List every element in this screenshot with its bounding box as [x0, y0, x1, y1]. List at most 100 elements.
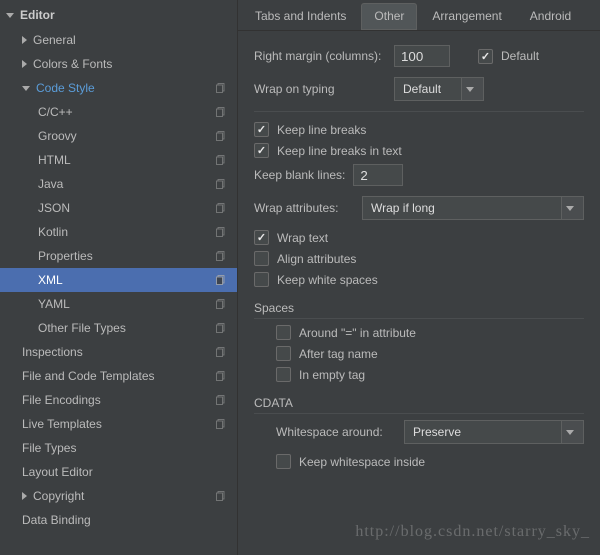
sidebar-item-code-style[interactable]: Code Style	[0, 76, 237, 100]
sidebar-item-label: File Encodings	[22, 393, 215, 407]
copy-icon[interactable]	[215, 250, 227, 262]
keep-whitespace-inside-row[interactable]: Keep whitespace inside	[254, 454, 584, 469]
sidebar-item-file-types[interactable]: File Types	[0, 436, 237, 460]
sidebar-item-file-encodings[interactable]: File Encodings	[0, 388, 237, 412]
copy-icon[interactable]	[215, 274, 227, 286]
copy-icon[interactable]	[215, 226, 227, 238]
sidebar-item-other-file-types[interactable]: Other File Types	[0, 316, 237, 340]
sidebar-item-label: Inspections	[22, 345, 215, 359]
sidebar-item-label: Code Style	[36, 81, 215, 95]
copy-icon[interactable]	[215, 394, 227, 406]
chevron-down-icon	[561, 421, 583, 443]
sidebar-item-live-templates[interactable]: Live Templates	[0, 412, 237, 436]
keep-line-breaks-text-row[interactable]: Keep line breaks in text	[254, 143, 584, 158]
copy-icon[interactable]	[215, 106, 227, 118]
copy-icon[interactable]	[215, 178, 227, 190]
spaces-section-title: Spaces	[254, 301, 584, 319]
sidebar-item-label: Live Templates	[22, 417, 215, 431]
sidebar-header: Editor	[0, 4, 237, 28]
sidebar-item-properties[interactable]: Properties	[0, 244, 237, 268]
sidebar-item-label: XML	[38, 273, 215, 287]
tab-bar: Tabs and IndentsOtherArrangementAndroid	[238, 0, 600, 31]
align-attributes-checkbox[interactable]	[254, 251, 269, 266]
sidebar-item-label: Properties	[38, 249, 215, 263]
sidebar-item-colors-fonts[interactable]: Colors & Fonts	[0, 52, 237, 76]
right-margin-input[interactable]	[394, 45, 450, 67]
copy-icon[interactable]	[215, 202, 227, 214]
wrap-text-checkbox[interactable]	[254, 230, 269, 245]
sidebar-item-inspections[interactable]: Inspections	[0, 340, 237, 364]
wrap-text-row[interactable]: Wrap text	[254, 230, 584, 245]
keep-line-breaks-row[interactable]: Keep line breaks	[254, 122, 584, 137]
sidebar-item-label: Layout Editor	[22, 465, 237, 479]
chevron-down-icon[interactable]	[6, 13, 14, 18]
tab-android[interactable]: Android	[517, 3, 584, 30]
sidebar-title: Editor	[20, 8, 55, 22]
copy-icon[interactable]	[215, 154, 227, 166]
chevron-icon[interactable]	[22, 60, 27, 68]
sidebar-item-label: Colors & Fonts	[33, 57, 237, 71]
copy-icon[interactable]	[215, 130, 227, 142]
chevron-down-icon	[561, 197, 583, 219]
around-equals-checkbox[interactable]	[276, 325, 291, 340]
sidebar-item-yaml[interactable]: YAML	[0, 292, 237, 316]
sidebar-item-label: JSON	[38, 201, 215, 215]
sidebar-item-general[interactable]: General	[0, 28, 237, 52]
divider	[254, 111, 584, 112]
whitespace-around-select[interactable]: Preserve	[404, 420, 584, 444]
sidebar-item-label: Data Binding	[22, 513, 237, 527]
sidebar-item-html[interactable]: HTML	[0, 148, 237, 172]
around-equals-row[interactable]: Around "=" in attribute	[254, 325, 584, 340]
keep-white-spaces-row[interactable]: Keep white spaces	[254, 272, 584, 287]
keep-white-spaces-checkbox[interactable]	[254, 272, 269, 287]
chevron-icon[interactable]	[22, 36, 27, 44]
default-checkbox[interactable]	[478, 49, 493, 64]
keep-line-breaks-text-checkbox[interactable]	[254, 143, 269, 158]
copy-icon[interactable]	[215, 370, 227, 382]
sidebar-item-file-and-code-templates[interactable]: File and Code Templates	[0, 364, 237, 388]
tab-other[interactable]: Other	[361, 3, 417, 30]
sidebar-item-label: YAML	[38, 297, 215, 311]
default-label: Default	[501, 49, 539, 63]
chevron-icon[interactable]	[22, 492, 27, 500]
copy-icon[interactable]	[215, 82, 227, 94]
sidebar-item-c-c-[interactable]: C/C++	[0, 100, 237, 124]
keep-blank-lines-input[interactable]	[353, 164, 403, 186]
in-empty-tag-checkbox[interactable]	[276, 367, 291, 382]
whitespace-around-label: Whitespace around:	[276, 425, 396, 439]
sidebar-item-java[interactable]: Java	[0, 172, 237, 196]
sidebar-item-copyright[interactable]: Copyright	[0, 484, 237, 508]
sidebar-item-label: Groovy	[38, 129, 215, 143]
sidebar-item-label: Kotlin	[38, 225, 215, 239]
settings-panel: Right margin (columns): Default Wrap on …	[238, 31, 600, 555]
sidebar-item-kotlin[interactable]: Kotlin	[0, 220, 237, 244]
chevron-icon[interactable]	[22, 86, 30, 91]
keep-line-breaks-checkbox[interactable]	[254, 122, 269, 137]
right-margin-label: Right margin (columns):	[254, 49, 394, 63]
in-empty-tag-row[interactable]: In empty tag	[254, 367, 584, 382]
wrap-on-typing-select[interactable]: Default	[394, 77, 484, 101]
tab-tabs-and-indents[interactable]: Tabs and Indents	[242, 3, 359, 30]
tab-arrangement[interactable]: Arrangement	[419, 3, 514, 30]
keep-blank-lines-label: Keep blank lines:	[254, 168, 345, 182]
sidebar-item-label: General	[33, 33, 237, 47]
sidebar-item-label: C/C++	[38, 105, 215, 119]
sidebar-item-groovy[interactable]: Groovy	[0, 124, 237, 148]
sidebar-item-label: File and Code Templates	[22, 369, 215, 383]
sidebar-item-label: Copyright	[33, 489, 215, 503]
after-tag-name-row[interactable]: After tag name	[254, 346, 584, 361]
copy-icon[interactable]	[215, 322, 227, 334]
copy-icon[interactable]	[215, 490, 227, 502]
sidebar-item-xml[interactable]: XML	[0, 268, 237, 292]
sidebar-item-data-binding[interactable]: Data Binding	[0, 508, 237, 532]
sidebar-item-layout-editor[interactable]: Layout Editor	[0, 460, 237, 484]
copy-icon[interactable]	[215, 418, 227, 430]
copy-icon[interactable]	[215, 346, 227, 358]
sidebar-item-label: File Types	[22, 441, 237, 455]
after-tag-name-checkbox[interactable]	[276, 346, 291, 361]
sidebar-item-json[interactable]: JSON	[0, 196, 237, 220]
wrap-attributes-select[interactable]: Wrap if long	[362, 196, 584, 220]
keep-whitespace-inside-checkbox[interactable]	[276, 454, 291, 469]
copy-icon[interactable]	[215, 298, 227, 310]
align-attributes-row[interactable]: Align attributes	[254, 251, 584, 266]
